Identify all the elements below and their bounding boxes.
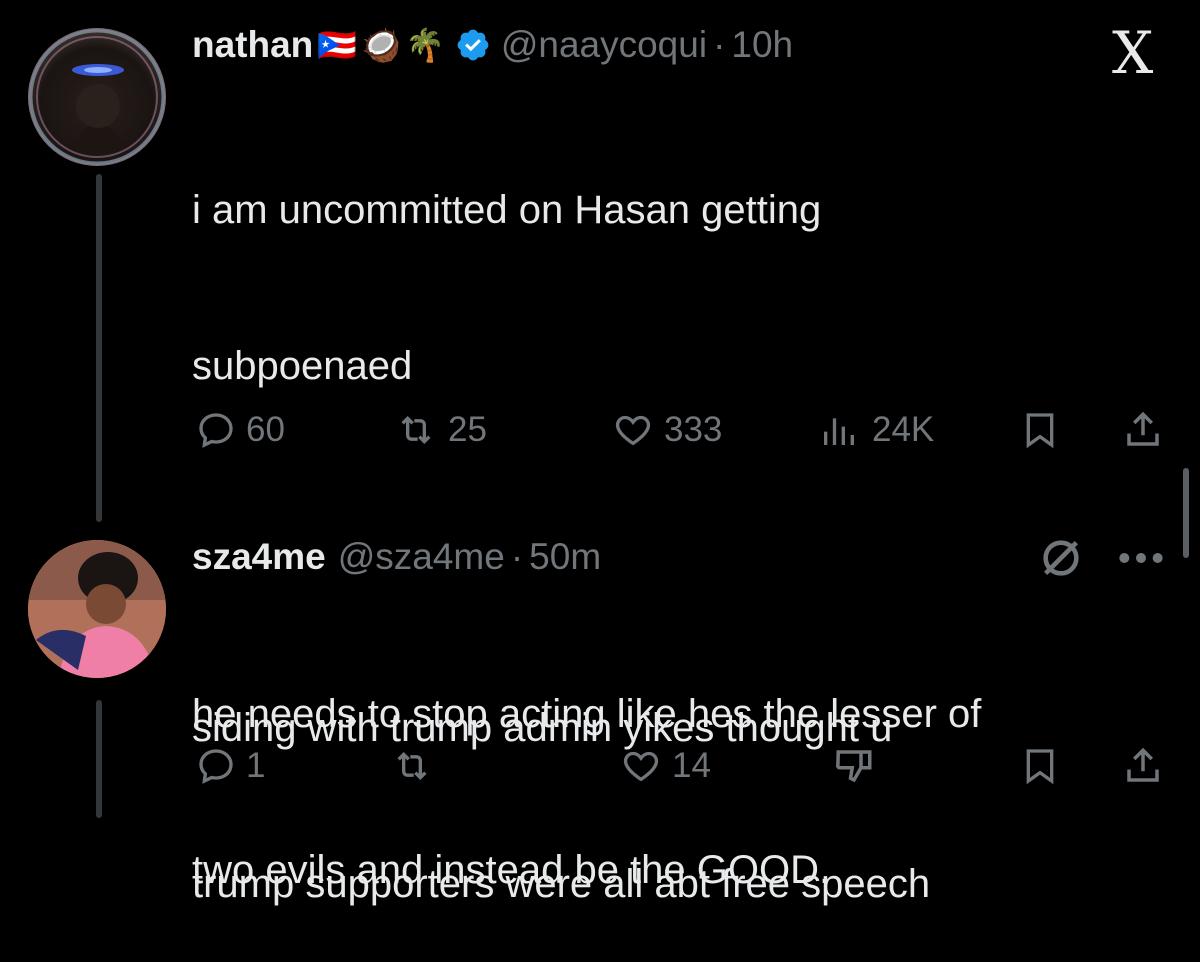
grok-icon	[1043, 540, 1079, 576]
author-name[interactable]: sza4me	[192, 536, 326, 578]
like-button[interactable]: 14	[620, 736, 711, 796]
author-handle[interactable]: @sza4me	[338, 536, 505, 578]
tweet-text-line: subpoenaed	[192, 344, 413, 388]
reply-icon	[199, 413, 233, 448]
flag-emoji: 🇵🇷	[317, 27, 358, 63]
avatar-image	[29, 29, 165, 165]
views-button[interactable]: 24K	[816, 400, 934, 460]
views-icon	[824, 418, 854, 445]
like-count: 14	[672, 746, 711, 785]
tweet-text-line: trump supporters were all abt free speec…	[192, 862, 931, 906]
bookmark-button[interactable]	[1020, 400, 1060, 460]
like-count: 333	[664, 410, 723, 449]
verified-icon	[457, 29, 489, 61]
more-icon	[1119, 553, 1163, 563]
action-bar: 60 25 333 24K	[0, 400, 1200, 460]
bookmark-icon	[1026, 413, 1054, 449]
grok-button[interactable]	[1038, 530, 1084, 586]
author-name[interactable]: nathan	[192, 24, 313, 66]
timestamp[interactable]: 50m	[529, 536, 601, 578]
bookmark-button[interactable]	[1020, 736, 1060, 796]
like-button[interactable]: 333	[612, 400, 722, 460]
repost-icon	[401, 415, 431, 445]
more-button[interactable]	[1116, 530, 1166, 586]
reply-count: 1	[246, 746, 266, 785]
downvote-button[interactable]	[832, 736, 876, 796]
bookmark-icon	[1026, 749, 1054, 785]
like-icon	[615, 415, 651, 446]
avatar[interactable]	[28, 28, 166, 166]
avatar-image	[28, 540, 166, 678]
x-logo-icon: X	[1112, 19, 1154, 87]
repost-button[interactable]: 25	[394, 400, 487, 460]
downvote-icon	[836, 750, 872, 783]
reply-button[interactable]: 1	[196, 736, 265, 796]
repost-icon	[397, 751, 427, 781]
reply-icon	[199, 749, 233, 784]
action-bar: 1 14	[0, 736, 1200, 796]
scrollbar[interactable]	[1183, 468, 1189, 558]
share-button[interactable]	[1122, 736, 1164, 796]
tweet-header: sza4me @sza4me · 50m	[192, 532, 601, 582]
share-icon	[1127, 747, 1159, 782]
timestamp[interactable]: 10h	[731, 24, 793, 66]
reply-button[interactable]: 60	[196, 400, 285, 460]
repost-button[interactable]	[390, 736, 444, 796]
reply-count: 60	[246, 410, 285, 449]
share-button[interactable]	[1122, 400, 1164, 460]
coconut-emoji: 🥥	[361, 27, 401, 63]
avatar[interactable]	[28, 540, 166, 678]
repost-count: 25	[448, 410, 487, 449]
like-icon	[623, 751, 659, 782]
share-icon	[1127, 411, 1159, 446]
tweet-text-line: i am uncommitted on Hasan getting	[192, 188, 822, 232]
tweet-header: nathan 🇵🇷 🥥 🌴 @naaycoqui · 10h	[192, 20, 793, 70]
separator-dot: ·	[713, 24, 726, 65]
view-count: 24K	[872, 410, 935, 449]
author-handle[interactable]: @naaycoqui	[501, 24, 707, 66]
palm-tree-emoji: 🌴	[404, 27, 445, 63]
thread-line-top	[96, 174, 102, 522]
separator-dot: ·	[510, 536, 524, 577]
